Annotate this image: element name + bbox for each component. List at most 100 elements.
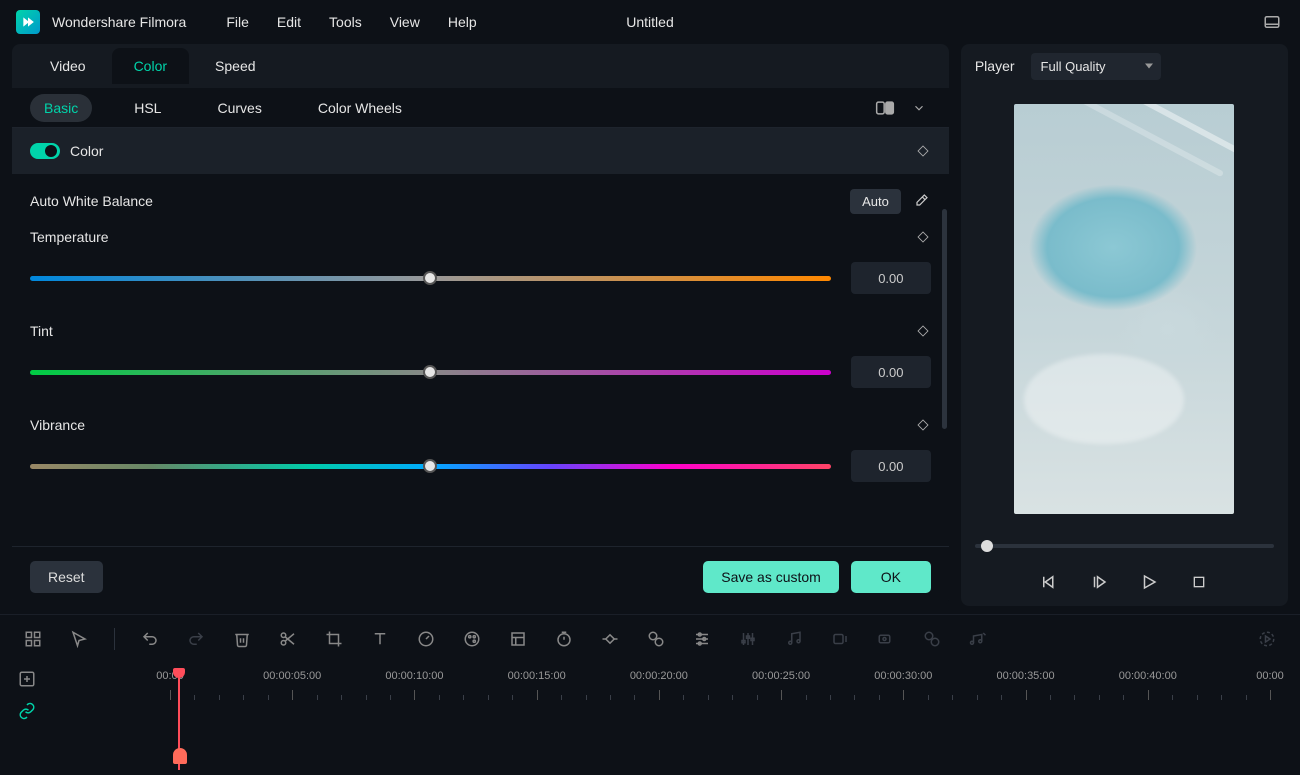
menu-help[interactable]: Help — [448, 14, 477, 30]
temperature-keyframe-icon[interactable] — [915, 229, 931, 245]
tint-label: Tint — [30, 323, 53, 339]
reset-button[interactable]: Reset — [30, 561, 103, 593]
section-keyframe-icon[interactable] — [915, 143, 931, 159]
ruler-label: 00:00:25:00 — [752, 670, 810, 682]
menu-view[interactable]: View — [390, 14, 420, 30]
eyedropper-icon[interactable] — [911, 191, 931, 211]
ruler-label: 00:00:35:00 — [996, 670, 1054, 682]
record-icon — [875, 628, 897, 650]
timer-icon[interactable] — [553, 628, 575, 650]
temperature-value[interactable]: 0.00 — [851, 262, 931, 294]
text-icon[interactable] — [369, 628, 391, 650]
player-label: Player — [975, 58, 1015, 74]
tabs-primary: Video Color Speed — [12, 44, 949, 88]
color-toggle[interactable] — [30, 143, 60, 159]
subtab-color-wheels[interactable]: Color Wheels — [304, 94, 416, 122]
audio-mixer-icon — [737, 628, 759, 650]
ruler-label: 00:00:05:00 — [263, 670, 321, 682]
section-color-header: Color — [12, 128, 949, 174]
titlebar: Wondershare Filmora File Edit Tools View… — [0, 0, 1300, 44]
tint-value[interactable]: 0.00 — [851, 356, 931, 388]
controls-area: Auto White Balance Auto Temperature — [12, 174, 949, 546]
menu-edit[interactable]: Edit — [277, 14, 301, 30]
save-as-custom-button[interactable]: Save as custom — [703, 561, 839, 593]
timeline[interactable]: 00:0000:00:05:0000:00:10:0000:00:15:0000… — [0, 662, 1300, 772]
freeze-icon[interactable] — [507, 628, 529, 650]
voiceover-icon — [829, 628, 851, 650]
ruler-label: 00:00 — [1256, 670, 1284, 682]
preview-area[interactable] — [961, 88, 1288, 530]
crop-icon[interactable] — [323, 628, 345, 650]
music-icon — [783, 628, 805, 650]
ruler-label: 00:00:20:00 — [630, 670, 688, 682]
speed-icon[interactable] — [415, 628, 437, 650]
tint-row: Tint 0.00 — [30, 316, 931, 388]
player-scrubber[interactable] — [975, 536, 1274, 556]
scrollbar[interactable] — [942, 209, 947, 429]
player-header: Player Full Quality — [961, 44, 1288, 88]
adjust-icon[interactable] — [691, 628, 713, 650]
main-menu: File Edit Tools View Help — [226, 14, 476, 30]
split-icon[interactable] — [277, 628, 299, 650]
ruler-label: 00:00:30:00 — [874, 670, 932, 682]
clip-marker[interactable] — [173, 748, 187, 764]
app-logo — [16, 10, 40, 34]
vibrance-label: Vibrance — [30, 417, 85, 433]
layout-icon[interactable] — [1260, 10, 1284, 34]
tab-color[interactable]: Color — [112, 48, 189, 84]
tint-slider-handle[interactable] — [423, 365, 437, 379]
subtab-curves[interactable]: Curves — [203, 94, 275, 122]
panel-footer: Reset Save as custom OK — [12, 546, 949, 606]
vibrance-slider-handle[interactable] — [423, 459, 437, 473]
app-title: Wondershare Filmora — [52, 14, 186, 30]
adjustments-panel: Video Color Speed Basic HSL Curves Color… — [12, 44, 949, 606]
add-track-icon[interactable] — [18, 670, 40, 692]
stop-button[interactable] — [1188, 571, 1210, 593]
keyframe-tool-icon[interactable] — [599, 628, 621, 650]
temperature-slider[interactable] — [30, 276, 831, 281]
ok-button[interactable]: OK — [851, 561, 931, 593]
cursor-icon[interactable] — [68, 628, 90, 650]
timeline-toolbar — [0, 614, 1300, 662]
beat-icon — [967, 628, 989, 650]
link-icon[interactable] — [18, 702, 40, 724]
undo-icon[interactable] — [139, 628, 161, 650]
ruler-label: 00:00:10:00 — [385, 670, 443, 682]
vibrance-value[interactable]: 0.00 — [851, 450, 931, 482]
color-icon[interactable] — [461, 628, 483, 650]
subtab-hsl[interactable]: HSL — [120, 94, 175, 122]
menu-tools[interactable]: Tools — [329, 14, 362, 30]
tint-slider[interactable] — [30, 370, 831, 375]
temperature-label: Temperature — [30, 229, 109, 245]
delete-icon[interactable] — [231, 628, 253, 650]
timeline-ruler[interactable]: 00:0000:00:05:0000:00:10:0000:00:15:0000… — [170, 670, 1284, 700]
effects-icon[interactable] — [645, 628, 667, 650]
project-title: Untitled — [550, 14, 750, 30]
auto-white-balance-row: Auto White Balance Auto — [30, 186, 931, 216]
step-forward-button[interactable] — [1088, 571, 1110, 593]
scrub-track — [975, 544, 1274, 548]
menu-file[interactable]: File — [226, 14, 249, 30]
tint-keyframe-icon[interactable] — [915, 323, 931, 339]
separator — [114, 628, 115, 650]
scrub-handle[interactable] — [981, 540, 993, 552]
awb-label: Auto White Balance — [30, 193, 153, 209]
player-panel: Player Full Quality — [961, 44, 1288, 606]
vibrance-keyframe-icon[interactable] — [915, 417, 931, 433]
section-color-label: Color — [70, 143, 103, 159]
render-icon — [1256, 628, 1278, 650]
vibrance-slider[interactable] — [30, 464, 831, 469]
redo-icon — [185, 628, 207, 650]
chevron-down-icon[interactable] — [907, 96, 931, 120]
awb-auto-button[interactable]: Auto — [850, 189, 901, 214]
play-button[interactable] — [1138, 571, 1160, 593]
temperature-slider-handle[interactable] — [423, 271, 437, 285]
prev-frame-button[interactable] — [1038, 571, 1060, 593]
quality-select[interactable]: Full Quality — [1031, 53, 1161, 80]
apps-icon[interactable] — [22, 628, 44, 650]
subtab-basic[interactable]: Basic — [30, 94, 92, 122]
temperature-row: Temperature 0.00 — [30, 222, 931, 294]
compare-icon[interactable] — [873, 96, 897, 120]
tab-video[interactable]: Video — [28, 48, 108, 84]
tab-speed[interactable]: Speed — [193, 48, 277, 84]
